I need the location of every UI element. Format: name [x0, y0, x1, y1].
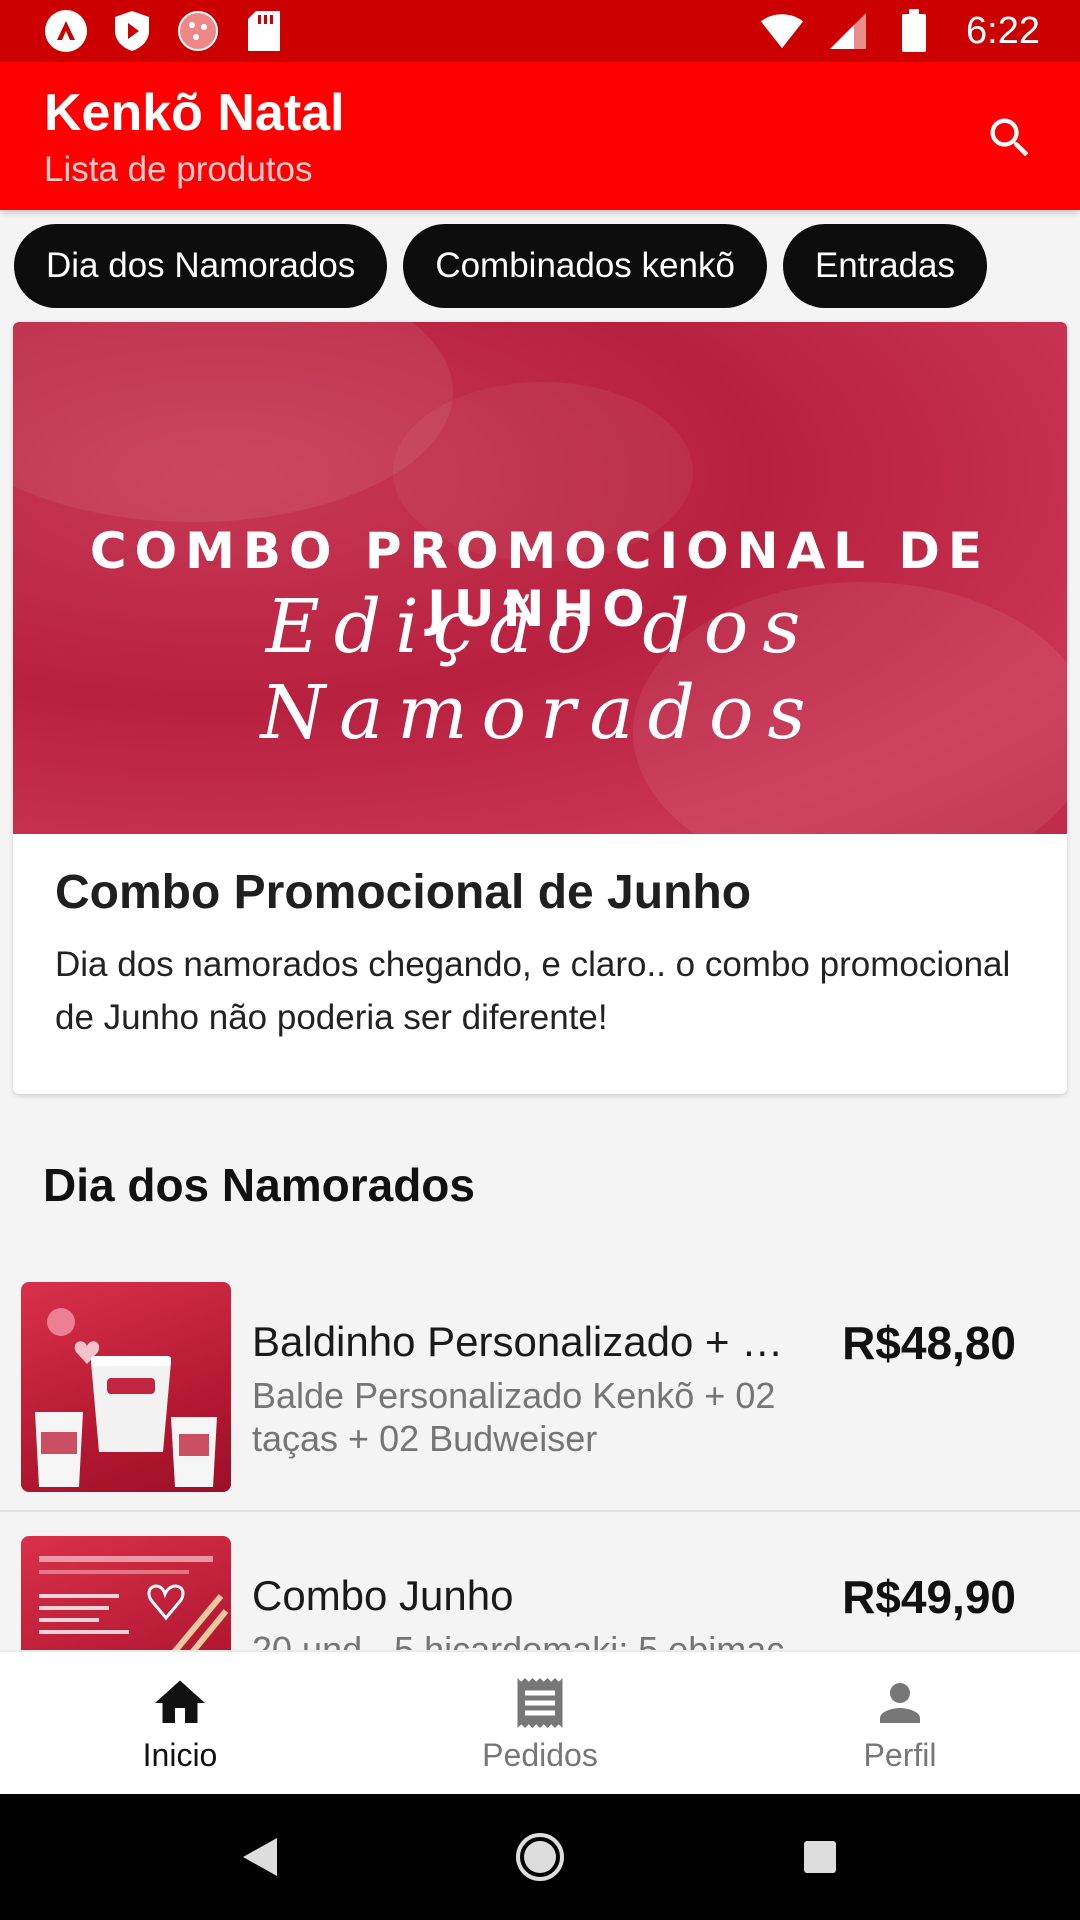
- product-thumbnail: [21, 1282, 231, 1492]
- recents-icon[interactable]: [780, 1817, 860, 1897]
- status-time: 6:22: [966, 9, 1040, 52]
- circle-dots-icon: [176, 9, 220, 53]
- app-a-icon: [44, 9, 88, 53]
- nav-pedidos[interactable]: Pedidos: [360, 1652, 720, 1794]
- promo-description: Dia dos namorados chegando, e claro.. o …: [55, 945, 1011, 1037]
- nav-label: Inicio: [142, 1736, 218, 1773]
- product-list: Baldinho Personalizado + 02 taças + 02 B…: [0, 1258, 1080, 1650]
- nav-inicio[interactable]: Inicio: [0, 1652, 360, 1794]
- status-bar: 6:22: [0, 0, 1080, 62]
- app-title: Kenkõ Natal: [44, 84, 345, 142]
- chip-combinados-kenko[interactable]: Combinados kenkõ: [403, 224, 767, 308]
- product-row[interactable]: Baldinho Personalizado + 02 taças + 02 B…: [0, 1258, 1080, 1512]
- home-icon: [150, 1673, 210, 1733]
- chip-entradas[interactable]: Entradas: [782, 224, 988, 308]
- battery-icon: [892, 9, 936, 53]
- promo-banner-image: COMBO PROMOCIONAL DE JUNHO Edição dos Na…: [13, 322, 1067, 834]
- search-icon: [990, 118, 1029, 157]
- app-subtitle: Lista de produtos: [44, 150, 313, 189]
- nav-label: Perfil: [863, 1736, 937, 1773]
- wifi-icon: [760, 9, 804, 53]
- status-left-icons: [44, 9, 286, 53]
- shield-play-icon: [110, 9, 154, 53]
- banner-script-heading: Edição dos Namorados: [260, 584, 820, 756]
- chip-dia-dos-namorados[interactable]: Dia dos Namorados: [14, 224, 388, 308]
- promo-card-body: Combo Promocional de Junho Dia dos namor…: [13, 834, 1067, 1074]
- product-price: R$49,90: [842, 1571, 1016, 1623]
- sd-card-icon: [242, 9, 286, 53]
- signal-icon: [826, 9, 870, 53]
- banner-texture: [13, 322, 453, 522]
- promo-title: Combo Promocional de Junho: [55, 866, 752, 919]
- app-bar: Kenkõ Natal Lista de produtos: [0, 62, 1080, 210]
- product-row[interactable]: Combo Junho 20 und - 5 hicardomaki; 5 eb…: [0, 1512, 1080, 1650]
- nav-perfil[interactable]: Perfil: [720, 1652, 1080, 1794]
- product-description: 20 und - 5 hicardomaki; 5 ebimac: [252, 1629, 785, 1650]
- home-circle-icon[interactable]: [500, 1817, 580, 1897]
- product-description: Balde Personalizado Kenkõ + 02 taças + 0…: [252, 1375, 776, 1459]
- back-icon[interactable]: [220, 1817, 300, 1897]
- bottom-navigation: Inicio Pedidos Perfil: [0, 1652, 1080, 1794]
- receipt-icon: [510, 1673, 570, 1733]
- person-icon: [870, 1673, 930, 1733]
- product-name: Baldinho Personalizado + 02 taças + 02 B…: [252, 1318, 792, 1365]
- category-chips: Dia dos Namorados Combinados kenkõ Entra…: [14, 224, 1080, 308]
- search-button[interactable]: [980, 108, 1040, 168]
- product-name: Combo Junho: [252, 1572, 514, 1619]
- section-title: Dia dos Namorados: [43, 1159, 475, 1211]
- status-right-icons: 6:22: [760, 9, 1040, 53]
- promo-banner-card[interactable]: COMBO PROMOCIONAL DE JUNHO Edição dos Na…: [13, 322, 1067, 1094]
- screen: 6:22 Kenkõ Natal Lista de produtos Dia d…: [0, 0, 1080, 1920]
- product-thumbnail: [21, 1536, 231, 1650]
- nav-label: Pedidos: [482, 1736, 598, 1773]
- system-navigation-bar: [0, 1794, 1080, 1920]
- product-price: R$48,80: [842, 1317, 1016, 1369]
